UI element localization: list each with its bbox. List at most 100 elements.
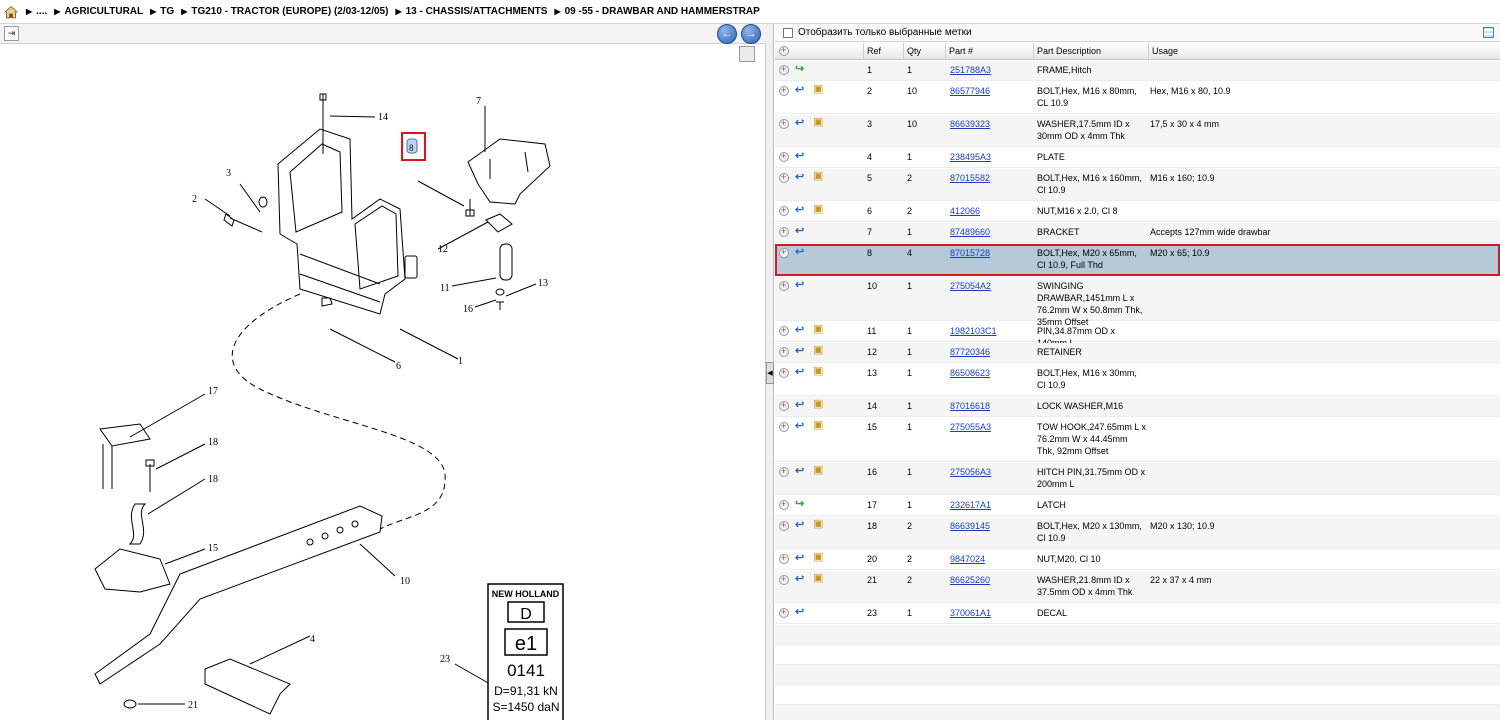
- return-arrow-icon[interactable]: ↩: [795, 367, 809, 379]
- part-number-link[interactable]: 370061A1: [950, 607, 991, 619]
- package-icon[interactable]: ▣: [813, 420, 826, 432]
- package-icon[interactable]: ▣: [813, 84, 826, 96]
- plus-circle-icon[interactable]: [779, 279, 789, 291]
- return-arrow-icon[interactable]: ↩: [795, 325, 809, 337]
- plus-circle-icon[interactable]: [779, 345, 789, 357]
- plus-circle-icon[interactable]: [779, 606, 789, 618]
- return-arrow-icon[interactable]: ↩: [795, 205, 809, 217]
- plus-circle-icon[interactable]: [779, 324, 789, 336]
- return-arrow-icon[interactable]: ↩: [795, 247, 809, 259]
- breadcrumb-item-agricultural[interactable]: ▶ AGRICULTURAL: [54, 6, 143, 17]
- table-row[interactable]: ↩ 8 4 87015728 BOLT,Hex, M20 x 65mm, Cl 10.9…: [775, 244, 1500, 276]
- part-number-link[interactable]: 86625260: [950, 574, 990, 586]
- table-row[interactable]: ↩ ▣ 14 1 87016618 LOCK WASHER,M16: [775, 397, 1500, 417]
- package-icon[interactable]: ▣: [813, 117, 826, 129]
- breadcrumb-item-group[interactable]: ▶ 13 - CHASSIS/ATTACHMENTS: [395, 6, 547, 17]
- return-arrow-icon[interactable]: ↩: [795, 280, 809, 292]
- previous-page-button[interactable]: ←: [717, 24, 737, 44]
- part-number-link[interactable]: 275054A2: [950, 280, 991, 292]
- breadcrumb-label[interactable]: AGRICULTURAL: [64, 6, 143, 17]
- table-row[interactable]: ↩ ▣ 15 1 275055A3 TOW HOOK,247.65mm L x 76.2m…: [775, 418, 1500, 462]
- collapse-pane-icon[interactable]: ◀: [766, 362, 774, 384]
- plus-circle-icon[interactable]: [779, 84, 789, 96]
- show-selected-only-label[interactable]: Отобразить только выбранные метки: [798, 27, 972, 38]
- return-arrow-icon[interactable]: ↩: [795, 346, 809, 358]
- part-number-link[interactable]: 87015582: [950, 172, 990, 184]
- table-row[interactable]: ↩ 4 1 238495A3 PLATE: [775, 148, 1500, 168]
- table-row[interactable]: ↩ 7 1 87489660 BRACKET Accepts 127mm wide dra…: [775, 223, 1500, 243]
- return-arrow-icon[interactable]: ↩: [795, 172, 809, 184]
- plus-circle-icon[interactable]: [779, 573, 789, 585]
- part-number-link[interactable]: 87489660: [950, 226, 990, 238]
- return-arrow-icon[interactable]: ↩: [795, 151, 809, 163]
- plus-circle-icon[interactable]: [779, 204, 789, 216]
- return-arrow-icon[interactable]: ↩: [795, 226, 809, 238]
- breadcrumb-label[interactable]: TG210 - TRACTOR (EUROPE) (2/03-12/05): [191, 6, 388, 17]
- green-arrow-icon[interactable]: ↪: [795, 64, 809, 76]
- part-number-link[interactable]: 251788A3: [950, 64, 991, 76]
- package-icon[interactable]: ▣: [813, 552, 826, 564]
- part-number-link[interactable]: 275056A3: [950, 466, 991, 478]
- return-arrow-icon[interactable]: ↩: [795, 553, 809, 565]
- column-header-part[interactable]: Part #: [945, 43, 1033, 60]
- plus-circle-icon[interactable]: [779, 246, 789, 258]
- table-row[interactable]: ↩ ▣ 2 10 86577946 BOLT,Hex, M16 x 80mm, CL 10…: [775, 82, 1500, 114]
- plus-circle-icon[interactable]: [779, 399, 789, 411]
- table-row[interactable]: ↪ 1 1 251788A3 FRAME,Hitch: [775, 61, 1500, 81]
- plus-circle-icon[interactable]: [779, 552, 789, 564]
- return-arrow-icon[interactable]: ↩: [795, 400, 809, 412]
- package-icon[interactable]: ▣: [813, 171, 826, 183]
- part-number-link[interactable]: 275055A3: [950, 421, 991, 433]
- plus-circle-icon[interactable]: [779, 44, 789, 56]
- plus-circle-icon[interactable]: [779, 366, 789, 378]
- return-arrow-icon[interactable]: ↩: [795, 520, 809, 532]
- package-icon[interactable]: ▣: [813, 324, 826, 336]
- plus-circle-icon[interactable]: [779, 150, 789, 162]
- table-row[interactable]: ↩ ▣ 3 10 86639323 WASHER,17.5mm ID x 30mm OD …: [775, 115, 1500, 147]
- plus-circle-icon[interactable]: [779, 225, 789, 237]
- table-row[interactable]: ↩ ▣ 20 2 9847024 NUT,M20, Cl 10: [775, 550, 1500, 570]
- breadcrumb-label[interactable]: 09 -55 - DRAWBAR AND HAMMERSTRAP: [565, 6, 760, 17]
- green-arrow-icon[interactable]: ↪: [795, 499, 809, 511]
- part-number-link[interactable]: 86639145: [950, 520, 990, 532]
- part-number-link[interactable]: 87016618: [950, 400, 990, 412]
- package-icon[interactable]: ▣: [813, 519, 826, 531]
- column-header-ref[interactable]: Ref: [863, 43, 903, 60]
- pane-splitter[interactable]: ◀: [766, 24, 774, 720]
- table-row[interactable]: ↩ ▣ 5 2 87015582 BOLT,Hex, M16 x 160mm, Cl 10…: [775, 169, 1500, 201]
- breadcrumb-item-root[interactable]: ▶....: [26, 6, 47, 17]
- table-row[interactable]: ↩ ▣ 13 1 86508623 BOLT,Hex, M16 x 30mm, Cl 10…: [775, 364, 1500, 396]
- package-icon[interactable]: ▣: [813, 204, 826, 216]
- table-row[interactable]: ↩ ▣ 21 2 86625260 WASHER,21.8mm ID x 37.5mm O…: [775, 571, 1500, 603]
- plus-circle-icon[interactable]: [779, 63, 789, 75]
- breadcrumb-label[interactable]: TG: [160, 6, 174, 17]
- part-number-link[interactable]: 232617A1: [950, 499, 991, 511]
- return-arrow-icon[interactable]: ↩: [795, 118, 809, 130]
- show-selected-only-checkbox[interactable]: [783, 27, 793, 38]
- part-number-link[interactable]: 87015728: [950, 247, 990, 259]
- package-icon[interactable]: ▣: [813, 345, 826, 357]
- package-icon[interactable]: ▣: [813, 399, 826, 411]
- next-page-button[interactable]: →: [741, 24, 761, 44]
- header-add-cell[interactable]: [775, 43, 795, 60]
- plus-circle-icon[interactable]: [779, 498, 789, 510]
- package-icon[interactable]: ▣: [813, 465, 826, 477]
- return-arrow-icon[interactable]: ↩: [795, 466, 809, 478]
- grid-options-icon[interactable]: [1483, 27, 1494, 38]
- plus-circle-icon[interactable]: [779, 519, 789, 531]
- plus-circle-icon[interactable]: [779, 420, 789, 432]
- part-number-link[interactable]: 1982103C1: [950, 325, 997, 337]
- package-icon[interactable]: ▣: [813, 366, 826, 378]
- column-header-qty[interactable]: Qty: [903, 43, 945, 60]
- home-icon[interactable]: [4, 5, 18, 19]
- table-row[interactable]: ↩ 10 1 275054A2 SWINGING DRAWBAR,1451mm L x …: [775, 277, 1500, 327]
- plus-circle-icon[interactable]: [779, 117, 789, 129]
- breadcrumb-label[interactable]: ....: [36, 6, 47, 17]
- table-row[interactable]: ↩ ▣ 6 2 412066 NUT,M16 x 2.0, Cl 8: [775, 202, 1500, 222]
- breadcrumb-item-section[interactable]: ▶ 09 -55 - DRAWBAR AND HAMMERSTRAP: [554, 6, 759, 17]
- breadcrumb-label[interactable]: 13 - CHASSIS/ATTACHMENTS: [406, 6, 548, 17]
- table-row[interactable]: ↩ ▣ 16 1 275056A3 HITCH PIN,31.75mm OD x 200m…: [775, 463, 1500, 495]
- part-number-link[interactable]: 238495A3: [950, 151, 991, 163]
- table-row[interactable]: ↩ ▣ 12 1 87720346 RETAINER: [775, 343, 1500, 363]
- table-row[interactable]: ↩ 23 1 370061A1 DECAL: [775, 604, 1500, 624]
